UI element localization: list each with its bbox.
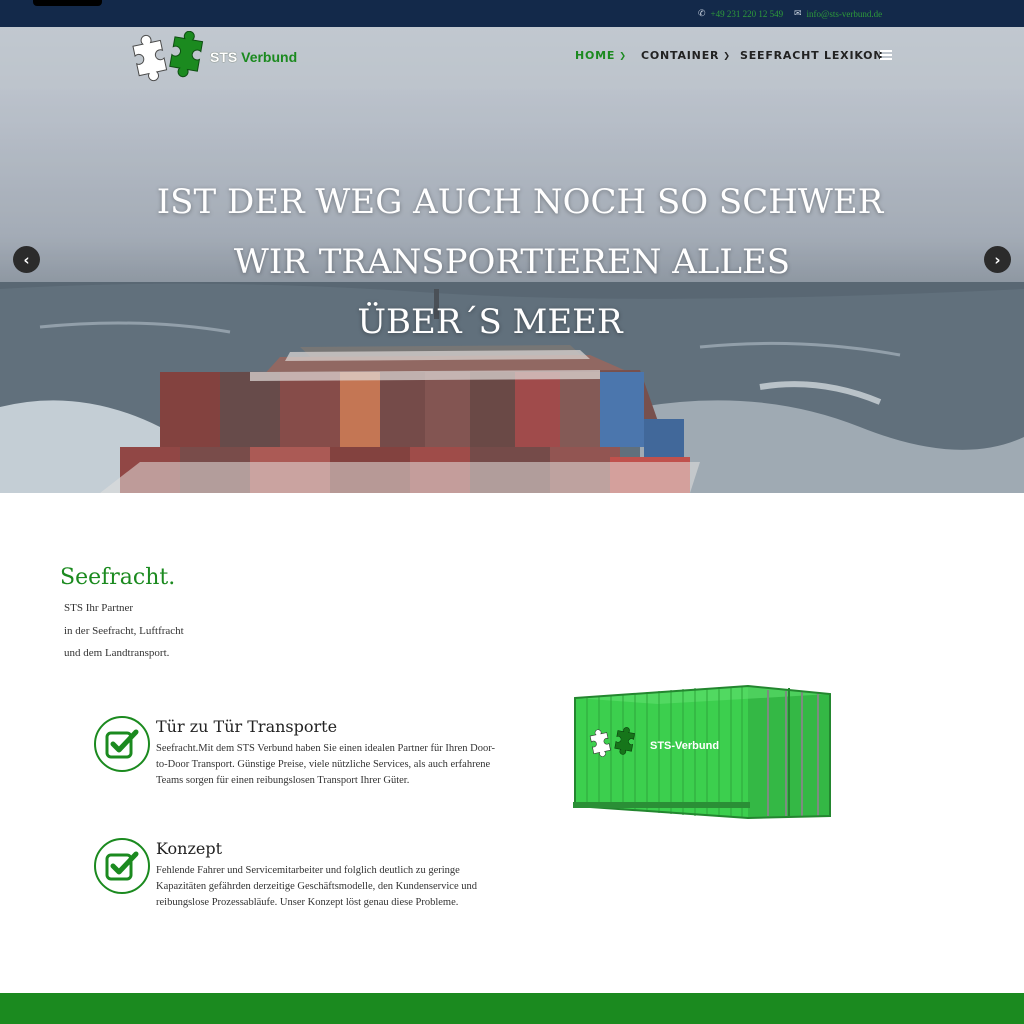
hero-slider: STS Verbund HOME ❯ CONTAINER ❯ SEEFRACHT…: [0, 27, 1024, 493]
footer-bar: [0, 993, 1024, 1024]
green-container-image: STS-Verbund: [573, 684, 831, 820]
phone-contact[interactable]: ✆ +49 231 220 12 549: [698, 8, 783, 19]
checkbox-check-icon: [94, 838, 150, 894]
intro-line: und dem Landtransport.: [64, 647, 170, 659]
nav-lexikon-label[interactable]: SEEFRACHT LEXIKON: [740, 49, 883, 62]
chevron-down-icon: ❯: [723, 51, 731, 60]
email-contact[interactable]: ✉ info@sts-verbund.de: [794, 8, 882, 19]
feature-title: Konzept: [156, 839, 223, 858]
puzzle-logo-icon: [132, 31, 204, 82]
hero-headline-2: WIR TRANSPORTIEREN ALLES: [233, 242, 791, 282]
logo-text: STS Verbund: [210, 49, 297, 65]
container-label: STS-Verbund: [650, 740, 719, 752]
feature-text: Seefracht.Mit dem STS Verbund haben Sie …: [156, 743, 495, 786]
feature-title: Tür zu Tür Transporte: [156, 717, 338, 736]
checkbox-check-icon: [94, 716, 150, 772]
logo-text-sts: STS: [210, 49, 238, 65]
chevron-down-icon: ❯: [619, 51, 627, 60]
chevron-left-icon: ‹: [23, 250, 30, 269]
slider-next-button[interactable]: ›: [984, 246, 1011, 273]
chevron-right-icon: ›: [994, 250, 1001, 269]
top-tab: [33, 0, 102, 6]
hamburger-menu-icon[interactable]: [880, 50, 892, 60]
nav-home[interactable]: HOME ❯: [575, 49, 627, 62]
hero-headline-1: IST DER WEG AUCH NOCH SO SCHWER: [156, 182, 884, 222]
intro-line: in der Seefracht, Luftfracht: [64, 625, 184, 637]
section-title: Seefracht.: [60, 565, 176, 590]
phone-icon: ✆: [698, 8, 706, 18]
feature-text: Fehlende Fahrer und Servicemitarbeiter u…: [156, 865, 477, 908]
nav-container[interactable]: CONTAINER ❯: [641, 49, 731, 62]
slider-prev-button[interactable]: ‹: [13, 246, 40, 273]
intro-line: STS Ihr Partner: [64, 602, 134, 614]
envelope-icon: ✉: [794, 8, 802, 18]
top-contact-bar: ✆ +49 231 220 12 549 ✉ info@sts-verbund.…: [0, 0, 1024, 27]
email-address[interactable]: info@sts-verbund.de: [807, 9, 883, 19]
nav-seefracht-lexikon[interactable]: SEEFRACHT LEXIKON: [740, 49, 883, 62]
nav-home-label[interactable]: HOME: [575, 49, 615, 62]
nav-container-label[interactable]: CONTAINER: [641, 49, 719, 62]
logo-text-verbund: Verbund: [241, 49, 298, 65]
site-logo[interactable]: STS Verbund: [132, 31, 322, 83]
phone-number[interactable]: +49 231 220 12 549: [711, 9, 784, 19]
hero-headline-3: ÜBER´S MEER: [357, 302, 623, 342]
